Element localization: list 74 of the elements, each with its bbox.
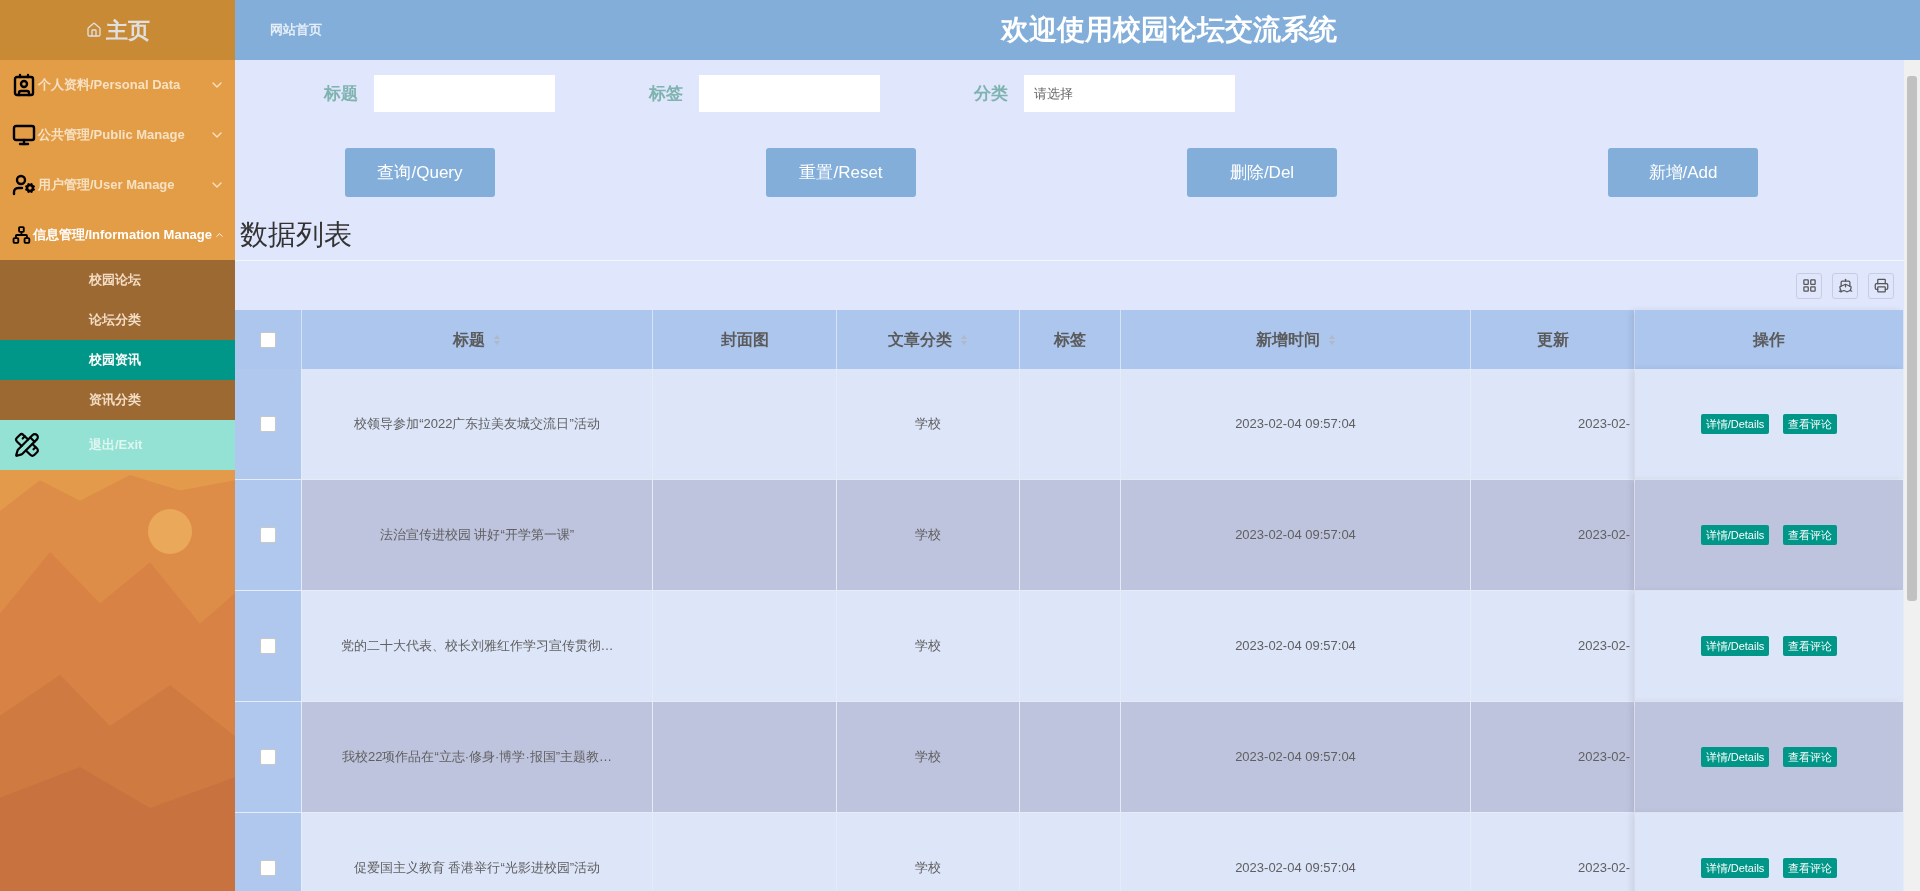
action-button[interactable]: 重置/Reset xyxy=(766,148,916,197)
table-cell-text: 我校22项作品在“立志·修身·博学·报国”主题教… xyxy=(341,748,613,767)
scrollbar[interactable] xyxy=(1904,60,1920,891)
section-title: 数据列表 xyxy=(240,218,352,252)
table-cell-text: 法治宣传进校园 讲好“开学第一课” xyxy=(379,526,575,545)
checkbox[interactable] xyxy=(260,331,276,348)
pencil-ruler-icon xyxy=(14,432,40,458)
action-button[interactable]: 删除/Del xyxy=(1187,148,1337,197)
menu-label: 个人资料/Personal Data xyxy=(38,76,182,95)
checkbox[interactable] xyxy=(260,638,276,654)
action-button[interactable]: 查看评论 xyxy=(1783,414,1838,434)
action-button[interactable]: 查看评论 xyxy=(1783,747,1838,767)
checkbox[interactable] xyxy=(260,416,276,432)
filter-label: 分类 xyxy=(974,82,1008,105)
action-button[interactable]: 查看评论 xyxy=(1783,858,1838,878)
table-cell-text: 2023-02- xyxy=(1578,415,1631,434)
table-cell-text: 2023-02-04 09:57:04 xyxy=(1235,526,1356,545)
menu-label: 公共管理/Public Manage xyxy=(38,126,186,145)
table-cell-text: 促爱国主义教育 香港举行“光影进校园”活动 xyxy=(353,859,601,878)
filter-field[interactable] xyxy=(699,75,880,112)
table-cell-text: 2023-02-04 09:57:04 xyxy=(1235,637,1356,656)
print-icon[interactable] xyxy=(1868,272,1894,299)
columns-icon[interactable] xyxy=(1796,272,1822,299)
table-cell-text: 2023-02- xyxy=(1578,637,1631,656)
home-title: 主页 xyxy=(105,16,150,45)
menu-item[interactable]: 信息管理/Information Manage xyxy=(0,210,235,260)
filter-field[interactable] xyxy=(374,75,555,112)
menu-icon xyxy=(12,223,31,247)
submenu-item[interactable]: 论坛分类 xyxy=(0,300,235,340)
menu-icon xyxy=(12,173,36,197)
table-cell-text: 校领导参加“2022广东拉美友城交流日”活动 xyxy=(354,415,600,434)
table-cell-text: 2023-02-04 09:57:04 xyxy=(1235,748,1356,767)
table-cell-text: 学校 xyxy=(915,637,941,656)
checkbox[interactable] xyxy=(260,860,276,876)
menu-icon xyxy=(12,123,36,147)
breadcrumb-link[interactable]: 网站首页 xyxy=(270,20,322,40)
sort-icon[interactable] xyxy=(493,333,501,346)
table-cell-text: 2023-02-04 09:57:04 xyxy=(1235,415,1356,434)
checkbox[interactable] xyxy=(260,749,276,765)
table-cell-text: 学校 xyxy=(915,415,941,434)
action-button[interactable]: 查看评论 xyxy=(1783,525,1838,545)
table-cell-text: 2023-02-04 09:57:04 xyxy=(1235,859,1356,878)
sidebar-header[interactable]: 主页 xyxy=(0,0,235,60)
filter-label: 标签 xyxy=(649,82,683,105)
action-button[interactable]: 详情/Details xyxy=(1700,636,1770,656)
action-button[interactable]: 查询/Query xyxy=(345,148,495,197)
table-cell-text: 2023-02- xyxy=(1578,526,1631,545)
action-button[interactable]: 查看评论 xyxy=(1783,636,1838,656)
page-title: 欢迎使用校园论坛交流系统 xyxy=(1001,13,1337,47)
action-button[interactable]: 详情/Details xyxy=(1700,414,1770,434)
menu-label: 用户管理/User Manage xyxy=(38,176,176,195)
filter-field[interactable]: 请选择 xyxy=(1024,75,1235,112)
table-cell-text: 2023-02- xyxy=(1578,748,1631,767)
action-button[interactable]: 新增/Add xyxy=(1608,148,1758,197)
table-cell-text: 学校 xyxy=(915,859,941,878)
table-cell-text: 学校 xyxy=(915,748,941,767)
submenu-item[interactable]: 校园论坛 xyxy=(0,260,235,300)
table-cell-text: 学校 xyxy=(915,526,941,545)
submenu-item[interactable]: 资讯分类 xyxy=(0,380,235,420)
table-cell-text: 党的二十大代表、校长刘雅红作学习宣传贯彻… xyxy=(340,637,614,656)
menu-icon xyxy=(12,73,36,97)
filter-label: 标题 xyxy=(324,82,358,105)
submenu-item[interactable]: 校园资讯 xyxy=(0,340,235,380)
exit-label: 退出/Exit xyxy=(89,436,143,455)
action-button[interactable]: 详情/Details xyxy=(1700,747,1770,767)
home-icon xyxy=(85,22,102,38)
sort-icon[interactable] xyxy=(960,333,968,346)
menu-label: 信息管理/Information Manage xyxy=(32,226,212,245)
checkbox[interactable] xyxy=(260,527,276,543)
table-cell-text: 2023-02- xyxy=(1578,859,1631,878)
ship-icon[interactable] xyxy=(1832,272,1858,299)
action-button[interactable]: 详情/Details xyxy=(1700,858,1770,878)
sort-icon[interactable] xyxy=(1327,333,1336,346)
action-button[interactable]: 详情/Details xyxy=(1700,525,1770,545)
